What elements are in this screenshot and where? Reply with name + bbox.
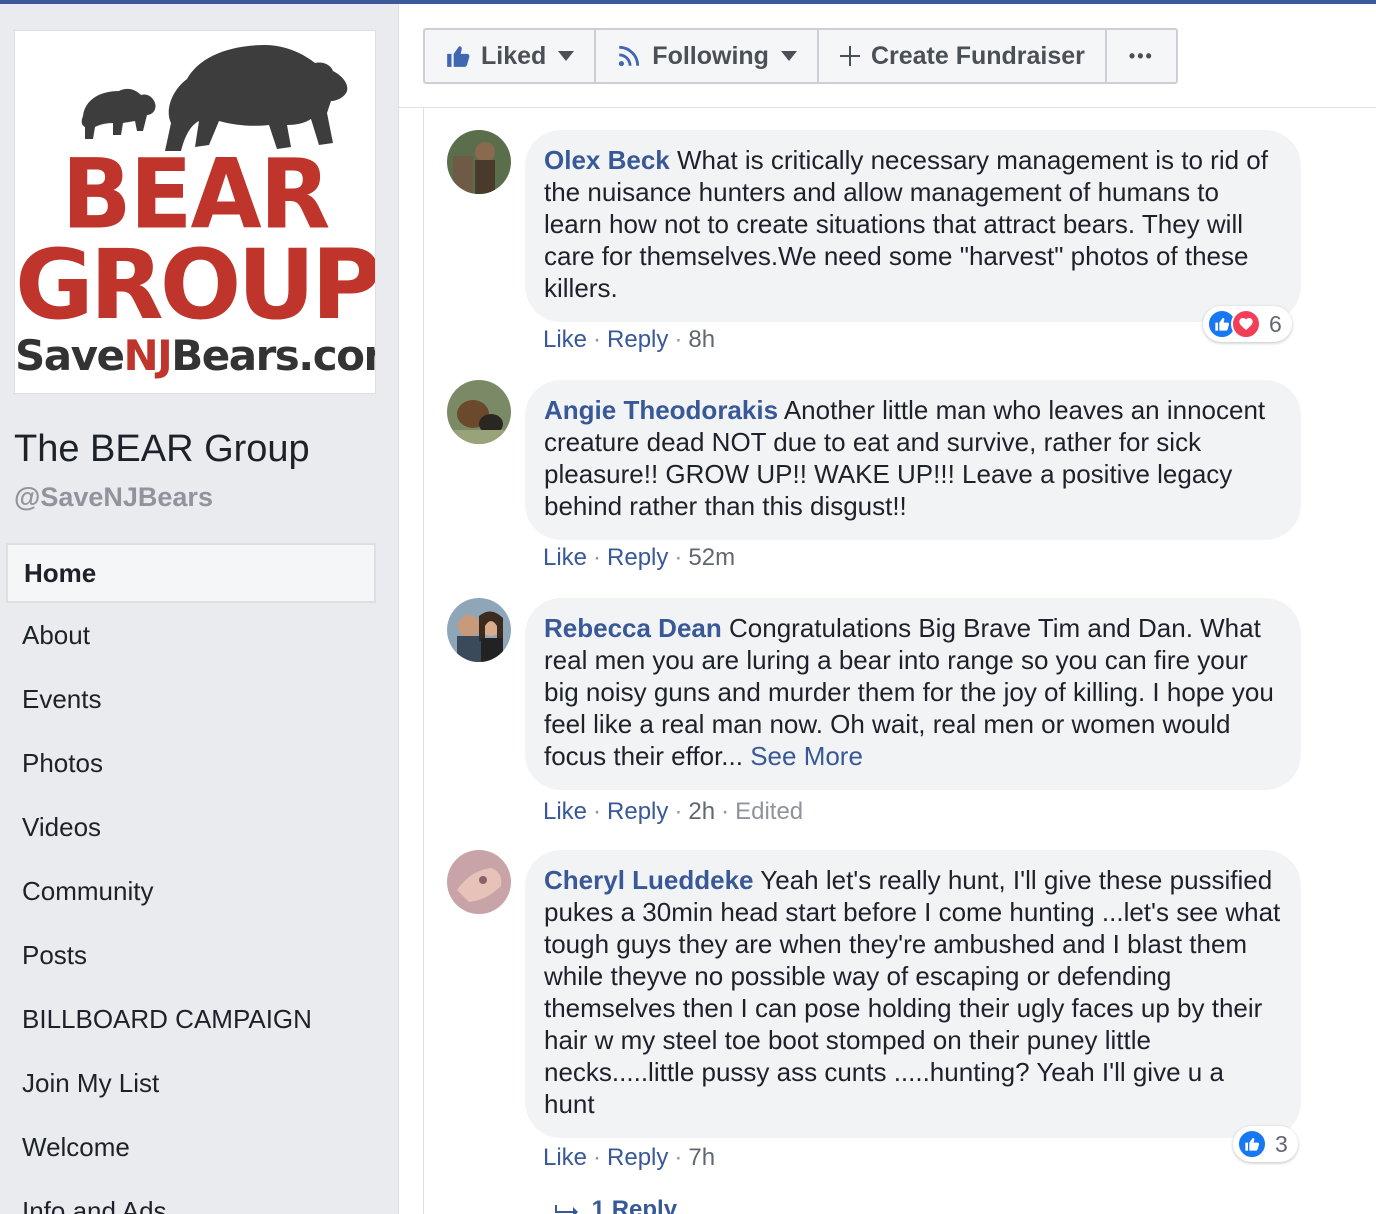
- main-content: Liked Following Create Fundraiser ••• Ol…: [398, 4, 1376, 1214]
- page-action-bar: Liked Following Create Fundraiser •••: [399, 4, 1376, 108]
- like-link[interactable]: Like: [543, 326, 587, 353]
- action-button-group: Liked Following Create Fundraiser •••: [423, 28, 1178, 84]
- edited-label[interactable]: Edited: [735, 798, 803, 825]
- nav-item-videos[interactable]: Videos: [6, 795, 376, 859]
- comment-author[interactable]: Rebecca Dean: [544, 613, 722, 643]
- view-replies-link[interactable]: 1 Reply: [555, 1196, 677, 1214]
- comment-item: Angie Theodorakis Another little man who…: [447, 380, 1347, 580]
- comment-item: Cheryl Lueddeke Yeah let's really hunt, …: [447, 850, 1347, 1180]
- reaction-count: 6: [1269, 310, 1282, 337]
- comment-timestamp[interactable]: 2h: [688, 798, 715, 825]
- avatar[interactable]: [447, 130, 511, 194]
- more-options-button[interactable]: •••: [1107, 30, 1176, 82]
- like-link[interactable]: Like: [543, 798, 587, 825]
- logo-url: SaveNJBears.com: [15, 331, 375, 380]
- following-button[interactable]: Following: [596, 30, 819, 82]
- nav-item-community[interactable]: Community: [6, 859, 376, 923]
- page-handle[interactable]: @SaveNJBears: [14, 482, 213, 513]
- nav-item-billboard-campaign[interactable]: BILLBOARD CAMPAIGN: [6, 987, 376, 1051]
- comment-item: Olex Beck What is critically necessary m…: [447, 130, 1347, 370]
- page-nav: Home About Events Photos Videos Communit…: [6, 543, 376, 1214]
- reply-arrow-icon: [555, 1196, 585, 1214]
- nav-item-home[interactable]: Home: [6, 543, 376, 603]
- comment-author[interactable]: Cheryl Lueddeke: [544, 865, 754, 895]
- page-title[interactable]: The BEAR Group: [14, 428, 310, 471]
- comment-timestamp[interactable]: 7h: [688, 1144, 715, 1171]
- comment-timestamp[interactable]: 52m: [688, 544, 735, 571]
- thumbs-up-icon: [445, 43, 471, 69]
- reply-link[interactable]: Reply: [607, 326, 668, 353]
- comment-actions: Like · Reply · 7h: [543, 1144, 716, 1171]
- avatar[interactable]: [447, 598, 511, 662]
- see-more-link[interactable]: See More: [750, 741, 863, 771]
- page-sidebar: BEAR GROUP SaveNJBears.com The BEAR Grou…: [0, 4, 398, 1214]
- plus-icon: [839, 45, 861, 67]
- comment-item: Rebecca Dean Congratulations Big Brave T…: [447, 598, 1347, 838]
- reaction-summary[interactable]: 6: [1203, 306, 1292, 342]
- comment-author[interactable]: Angie Theodorakis: [544, 395, 778, 425]
- comment-author[interactable]: Olex Beck: [544, 145, 670, 175]
- comment-timestamp[interactable]: 8h: [688, 326, 715, 353]
- nav-item-posts[interactable]: Posts: [6, 923, 376, 987]
- comment-text: Yeah let's really hunt, I'll give these …: [544, 865, 1281, 1119]
- reply-link[interactable]: Reply: [607, 1144, 668, 1171]
- avatar[interactable]: [447, 850, 511, 914]
- comment-actions: Like · Reply · 52m: [543, 544, 736, 571]
- reply-link[interactable]: Reply: [607, 544, 668, 571]
- rss-feed-icon: [616, 43, 642, 69]
- liked-button[interactable]: Liked: [425, 30, 597, 82]
- comment-bubble: Rebecca Dean Congratulations Big Brave T…: [525, 598, 1301, 790]
- like-link[interactable]: Like: [543, 544, 587, 571]
- love-reaction-icon: [1231, 309, 1261, 339]
- create-fundraiser-button[interactable]: Create Fundraiser: [819, 30, 1107, 82]
- comment-actions: Like · Reply · 2h · Edited: [543, 798, 804, 825]
- nav-item-welcome[interactable]: Welcome: [6, 1115, 376, 1179]
- reaction-count: 3: [1275, 1130, 1288, 1157]
- like-reaction-icon: [1237, 1129, 1267, 1159]
- comment-bubble: Cheryl Lueddeke Yeah let's really hunt, …: [525, 850, 1301, 1138]
- nav-item-photos[interactable]: Photos: [6, 731, 376, 795]
- logo-text-group: GROUP: [15, 229, 376, 341]
- comment-bubble: Angie Theodorakis Another little man who…: [525, 380, 1301, 540]
- page-profile-picture[interactable]: BEAR GROUP SaveNJBears.com: [14, 30, 376, 394]
- chevron-down-icon: [780, 51, 797, 61]
- comment-bubble: Olex Beck What is critically necessary m…: [525, 130, 1301, 322]
- nav-item-info-and-ads[interactable]: Info and Ads: [6, 1179, 376, 1214]
- reply-link[interactable]: Reply: [607, 798, 668, 825]
- comment-actions: Like · Reply · 8h: [543, 326, 716, 353]
- reaction-summary[interactable]: 3: [1233, 1126, 1298, 1162]
- avatar[interactable]: [447, 380, 511, 444]
- chevron-down-icon: [558, 51, 575, 61]
- like-link[interactable]: Like: [543, 1144, 587, 1171]
- nav-item-about[interactable]: About: [6, 603, 376, 667]
- nav-item-join-my-list[interactable]: Join My List: [6, 1051, 376, 1115]
- more-dots-icon: •••: [1128, 45, 1154, 66]
- nav-item-events[interactable]: Events: [6, 667, 376, 731]
